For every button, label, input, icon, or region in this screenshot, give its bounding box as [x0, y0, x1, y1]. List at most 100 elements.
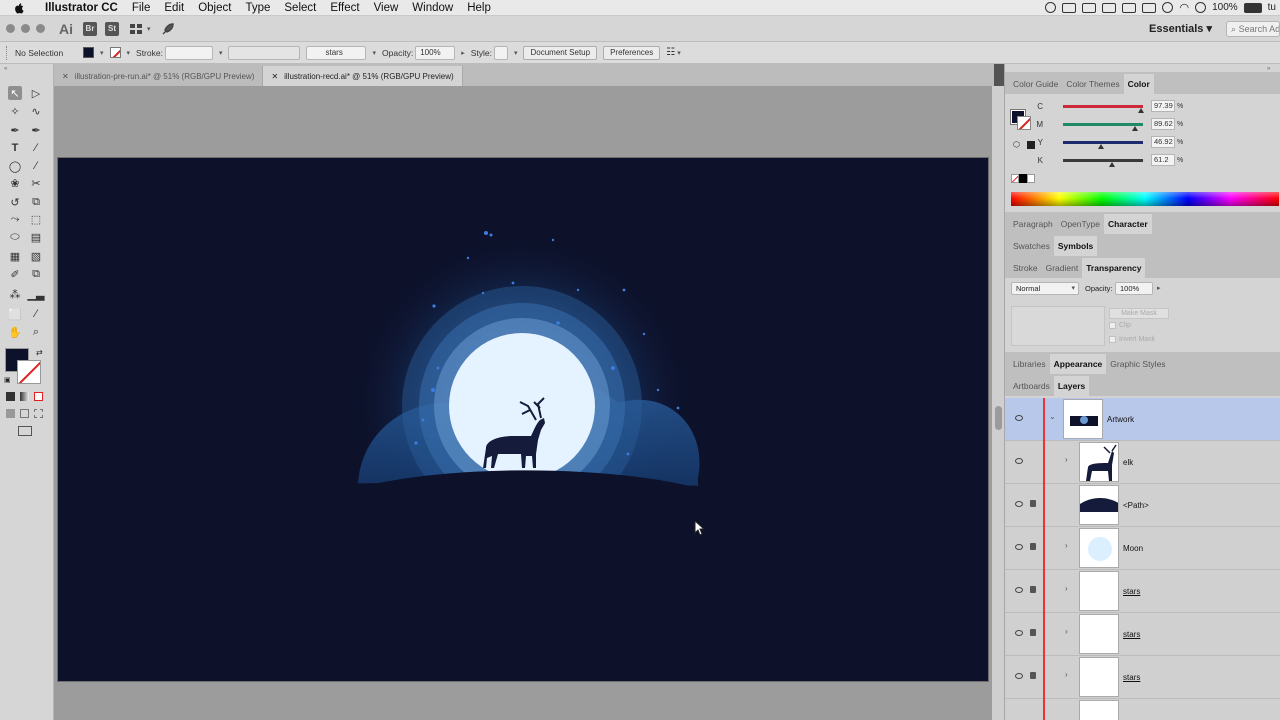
gradient-tool-icon[interactable]: ▧ [29, 249, 43, 263]
document-setup-button[interactable]: Document Setup [523, 45, 598, 60]
magenta-slider-knob[interactable] [1131, 125, 1138, 131]
shape-builder-icon[interactable]: ⬭ [8, 230, 22, 244]
rotate-tool-icon[interactable]: ↺ [8, 195, 22, 209]
mesh-tool-icon[interactable]: ▦ [8, 249, 22, 263]
menu-file[interactable]: File [125, 2, 158, 14]
dropbox-icon[interactable] [1122, 2, 1137, 13]
tab-color-themes[interactable]: Color Themes [1062, 74, 1123, 94]
artboard-tool-icon[interactable]: ⬜ [8, 307, 22, 321]
lock-icon[interactable] [1030, 500, 1036, 507]
zoom-window-button[interactable] [36, 24, 45, 33]
tab-layers[interactable]: Layers [1053, 376, 1090, 396]
black-swatch[interactable] [1019, 174, 1027, 183]
stroke-swatch[interactable] [109, 47, 121, 58]
stroke-weight-chevron[interactable]: ▾ [219, 49, 223, 57]
opacity-field[interactable]: 100% [415, 45, 456, 60]
scissors-icon[interactable]: ✂ [29, 176, 43, 190]
tab-color-guide[interactable]: Color Guide [1009, 74, 1062, 94]
expand-chevron-icon[interactable]: › [1065, 627, 1068, 636]
menu-select[interactable]: Select [277, 2, 323, 14]
apple-icon[interactable] [12, 2, 26, 14]
style-swatch[interactable] [493, 45, 508, 60]
paintbrush-icon[interactable]: ∕ [29, 159, 43, 173]
close-window-button[interactable] [6, 24, 15, 33]
tab-paragraph[interactable]: Paragraph [1009, 214, 1057, 234]
default-colors-icon[interactable]: ▣ [4, 376, 11, 384]
visibility-eye-icon[interactable] [1015, 415, 1023, 421]
layer-row-partial[interactable] [1005, 699, 1280, 720]
clock-icon[interactable] [1162, 2, 1174, 13]
expand-chevron-icon[interactable]: › [1065, 455, 1068, 464]
layer-name[interactable]: stars [1123, 587, 1140, 596]
wifi-icon[interactable]: ◠ [1179, 1, 1189, 14]
draw-behind-icon[interactable] [20, 409, 29, 418]
visibility-eye-icon[interactable] [1015, 501, 1023, 507]
brush-definition-field[interactable]: stars [306, 45, 367, 60]
tab-graphic-styles[interactable]: Graphic Styles [1106, 354, 1169, 374]
display-icon[interactable] [1062, 2, 1077, 13]
free-transform-icon[interactable]: ⬚ [29, 212, 43, 226]
canvas-area[interactable] [54, 86, 992, 720]
tab-transparency[interactable]: Transparency [1082, 258, 1146, 278]
variable-width-field[interactable] [228, 45, 301, 60]
ellipse-tool-icon[interactable]: ◯ [8, 159, 22, 173]
draw-inside-icon[interactable] [34, 409, 43, 418]
fill-swatch[interactable] [83, 47, 94, 58]
volume-icon[interactable] [1195, 2, 1207, 13]
black-value-field[interactable]: 61.2 [1151, 154, 1175, 166]
blend-mode-select[interactable]: Normal ▾ [1011, 282, 1079, 295]
opacity-arrow-icon[interactable]: ▸ [1157, 284, 1161, 292]
layer-name[interactable]: stars [1123, 673, 1140, 682]
arrange-icon[interactable]: ☷ [666, 47, 675, 58]
layer-row-stars[interactable]: › stars [1005, 570, 1280, 613]
layer-row-stars[interactable]: › stars [1005, 656, 1280, 699]
cyan-slider-knob[interactable] [1137, 107, 1144, 113]
arrange-documents-button[interactable]: ▾ [129, 23, 151, 35]
make-mask-button[interactable]: Make Mask [1109, 308, 1169, 319]
user-menu[interactable]: tu [1268, 2, 1276, 13]
tab-artboards[interactable]: Artboards [1009, 376, 1054, 396]
blend-tool-icon[interactable]: ⧉ [29, 267, 43, 281]
expand-chevron-icon[interactable]: › [1065, 670, 1068, 679]
color-spectrum[interactable] [1011, 192, 1279, 206]
menu-type[interactable]: Type [238, 2, 277, 14]
tab-appearance[interactable]: Appearance [1049, 354, 1107, 374]
visibility-eye-icon[interactable] [1015, 544, 1023, 550]
tab-gradient[interactable]: Gradient [1042, 258, 1083, 278]
time-machine-icon[interactable] [1045, 2, 1057, 13]
layer-row-elk[interactable]: › elk [1005, 441, 1280, 484]
expand-chevron-icon[interactable]: › [1065, 541, 1068, 550]
style-chevron[interactable]: ▾ [514, 49, 518, 57]
cast-icon[interactable] [1082, 2, 1097, 13]
magenta-slider[interactable] [1063, 122, 1143, 131]
color-mode-icon[interactable] [6, 392, 15, 401]
yellow-slider[interactable] [1063, 140, 1143, 149]
pen-tool-icon[interactable]: ✒ [8, 123, 22, 137]
layer-name[interactable]: <Path> [1123, 501, 1149, 510]
transparency-opacity-field[interactable]: 100% [1115, 282, 1153, 295]
battery-text[interactable]: 100% [1212, 2, 1238, 13]
zoom-tool-icon[interactable]: ⌕ [29, 325, 43, 339]
stroke-dropdown-chevron[interactable]: ▾ [127, 49, 131, 57]
close-tab-icon[interactable]: ✕ [62, 72, 69, 81]
menu-effect[interactable]: Effect [323, 2, 366, 14]
menu-app[interactable]: Illustrator CC [38, 2, 125, 14]
magenta-value-field[interactable]: 89.62 [1151, 118, 1175, 130]
close-tab-icon[interactable]: ✕ [271, 72, 278, 81]
yellow-slider-knob[interactable] [1097, 143, 1104, 149]
lock-icon[interactable] [1030, 586, 1036, 593]
tab-opentype[interactable]: OpenType [1057, 214, 1104, 234]
clip-checkbox[interactable]: Clip [1109, 322, 1131, 329]
selection-tool-icon[interactable]: ↖ [8, 86, 22, 100]
white-swatch[interactable] [1027, 174, 1035, 183]
direct-selection-tool-icon[interactable]: ▷ [29, 86, 43, 100]
workspace-switcher[interactable]: Essentials ▾ [1149, 22, 1226, 35]
stroke-color-box[interactable] [17, 360, 41, 384]
tab-illustration-recd[interactable]: ✕ illustration-recd.ai* @ 51% (RGB/GPU P… [263, 66, 463, 86]
black-slider[interactable] [1063, 158, 1143, 167]
black-slider-knob[interactable] [1108, 161, 1115, 167]
lock-icon[interactable] [1030, 629, 1036, 636]
opacity-arrow[interactable]: ▸ [461, 49, 465, 57]
expand-chevron-icon[interactable]: › [1065, 584, 1068, 593]
tab-stroke[interactable]: Stroke [1009, 258, 1042, 278]
